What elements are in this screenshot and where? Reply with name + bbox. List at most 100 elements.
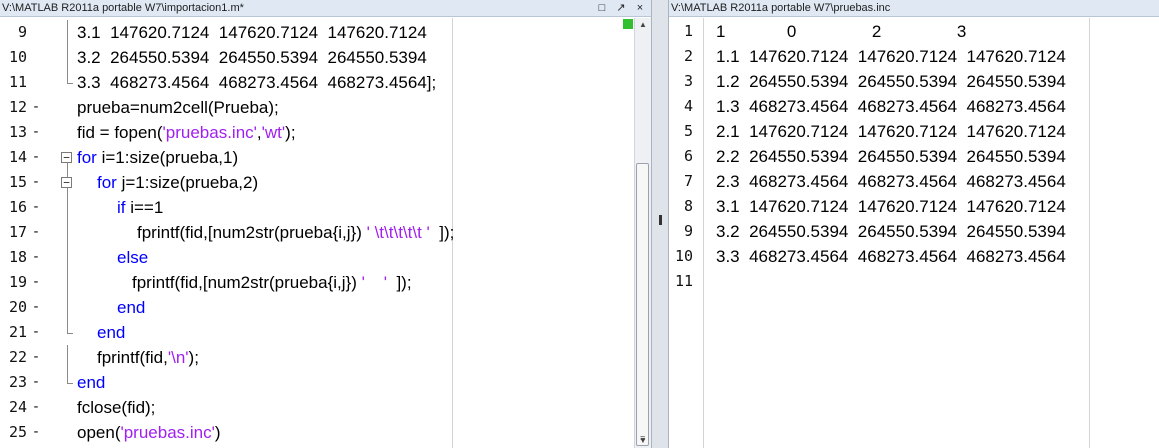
left-editor-titlebar[interactable]: V:\MATLAB R2011a portable W7\importacion… [0, 0, 651, 17]
line-number: 21 [8, 323, 27, 341]
green-status-icon [623, 19, 633, 29]
line-number: 24 [8, 398, 27, 416]
code-line[interactable]: 21- end [0, 320, 651, 345]
code-token: prueba=num2cell(Prueba); [77, 98, 279, 117]
code-line[interactable]: 10 3.2 264550.5394 264550.5394 264550.539… [0, 45, 651, 70]
code-token: fid = fopen( [77, 123, 163, 142]
breakpoint-marker[interactable]: - [29, 145, 43, 170]
file-line[interactable]: 2 1.1 147620.7124 147620.7124 147620.7124 [669, 44, 1159, 69]
code-token: 3.2 264550.5394 264550.5394 264550.5394 [77, 48, 427, 67]
code-line[interactable]: 19- fprintf(fid,[num2str(prueba{i,j}) ' '… [0, 270, 651, 295]
pane-splitter[interactable] [651, 0, 669, 448]
file-line[interactable]: 3 1.2 264550.5394 264550.5394 264550.5394 [669, 69, 1159, 94]
fold-collapse-icon[interactable]: − [61, 152, 72, 163]
code-token: fclose(fid); [77, 398, 156, 417]
code-text: else [117, 245, 148, 270]
file-line-text: 1.3 468273.4564 468273.4564 468273.4564 [716, 97, 1066, 116]
code-line[interactable]: 12- prueba=num2cell(Prueba); [0, 95, 651, 120]
code-text: prueba=num2cell(Prueba); [77, 95, 279, 120]
file-line-text: 2.1 147620.7124 147620.7124 147620.7124 [716, 122, 1066, 141]
breakpoint-marker[interactable]: - [29, 395, 43, 420]
code-line[interactable]: 17- fprintf(fid,[num2str(prueba{i,j}) ' \… [0, 220, 651, 245]
fold-end-guide [67, 333, 73, 334]
code-text: 3.3 468273.4564 468273.4564 468273.4564]… [77, 70, 436, 95]
breakpoint-marker[interactable]: - [29, 220, 43, 245]
code-text: fprintf(fid,'\n'); [97, 345, 199, 370]
code-token: fprintf(fid,[num2str(prueba{i,j}) [132, 273, 362, 292]
keyword-token: else [117, 248, 149, 267]
breakpoint-marker[interactable]: - [29, 170, 43, 195]
code-text: end [77, 370, 105, 395]
fold-guide [67, 270, 68, 295]
code-line[interactable]: 25- open('pruebas.inc') [0, 420, 651, 445]
line-number: 2 [683, 47, 693, 65]
code-line[interactable]: 9 3.1 147620.7124 147620.7124 147620.7124 [0, 20, 651, 45]
fold-guide [67, 70, 68, 83]
code-line[interactable]: 20- end [0, 295, 651, 320]
restore-icon[interactable]: □ [595, 2, 609, 15]
breakpoint-marker[interactable]: - [29, 195, 43, 220]
left-vertical-scrollbar[interactable]: ▲ ≡ ▼ [634, 18, 651, 448]
file-line[interactable]: 10 3.3 468273.4564 468273.4564 468273.456… [669, 244, 1159, 269]
file-line[interactable]: 4 1.3 468273.4564 468273.4564 468273.4564 [669, 94, 1159, 119]
breakpoint-marker[interactable]: - [29, 295, 43, 320]
code-token: ) [214, 423, 221, 442]
file-line[interactable]: 9 3.2 264550.5394 264550.5394 264550.5394 [669, 219, 1159, 244]
code-line[interactable]: 18- else [0, 245, 651, 270]
line-number: 10 [674, 247, 693, 265]
code-line[interactable]: 16- if i==1 [0, 195, 651, 220]
code-token: ); [285, 123, 296, 142]
code-line[interactable]: 24- fclose(fid); [0, 395, 651, 420]
file-line[interactable]: 7 2.3 468273.4564 468273.4564 468273.4564 [669, 169, 1159, 194]
file-line[interactable]: 11 [669, 269, 1159, 294]
breakpoint-marker[interactable]: - [29, 95, 43, 120]
left-code-editor[interactable]: 9 3.1 147620.7124 147620.7124 147620.7124… [0, 18, 651, 448]
line-number: 1 [683, 22, 693, 40]
undock-icon[interactable]: ↗ [614, 2, 628, 15]
code-text: fid = fopen('pruebas.inc','wt'); [77, 120, 296, 145]
code-line[interactable]: 11 3.3 468273.4564 468273.4564 468273.456… [0, 70, 651, 95]
line-number: 16 [8, 198, 27, 216]
code-token: i=1:size(prueba,1) [96, 148, 239, 167]
code-line[interactable]: 15- − for j=1:size(prueba,2) [0, 170, 651, 195]
code-token: i==1 [125, 198, 164, 217]
code-line[interactable]: 13- fid = fopen('pruebas.inc','wt'); [0, 120, 651, 145]
breakpoint-marker[interactable]: - [29, 420, 43, 445]
fold-guide [67, 370, 68, 383]
breakpoint-marker[interactable]: - [29, 270, 43, 295]
right-code-editor[interactable]: 1 1 0 2 3 2 1.1 147620.7124 147620.7124 147… [669, 18, 1159, 448]
code-line[interactable]: 22- fprintf(fid,'\n'); [0, 345, 651, 370]
code-line[interactable]: 23- end [0, 370, 651, 395]
code-line[interactable]: 14- − for i=1:size(prueba,1) [0, 145, 651, 170]
breakpoint-marker[interactable]: - [29, 370, 43, 395]
line-number: 13 [8, 123, 27, 141]
breakpoint-marker[interactable]: - [29, 320, 43, 345]
file-line[interactable]: 8 3.1 147620.7124 147620.7124 147620.7124 [669, 194, 1159, 219]
file-line[interactable]: 1 1 0 2 3 [669, 19, 1159, 44]
string-token: 'pruebas.inc' [120, 423, 215, 442]
fold-collapse-icon[interactable]: − [61, 177, 72, 188]
code-token: fprintf(fid,[num2str(prueba{i,j}) [137, 223, 367, 242]
line-number: 23 [8, 373, 27, 391]
scroll-down-arrow-icon[interactable]: ▼ [635, 434, 651, 448]
line-number: 9 [683, 222, 693, 240]
scroll-up-arrow-icon[interactable]: ▲ [635, 18, 651, 32]
line-number: 6 [683, 147, 693, 165]
file-line[interactable]: 6 2.2 264550.5394 264550.5394 264550.5394 [669, 144, 1159, 169]
breakpoint-marker[interactable]: - [29, 120, 43, 145]
code-text: for j=1:size(prueba,2) [97, 170, 258, 195]
breakpoint-marker[interactable]: - [29, 345, 43, 370]
line-number: 9 [17, 23, 27, 41]
file-line[interactable]: 5 2.1 147620.7124 147620.7124 147620.7124 [669, 119, 1159, 144]
code-text: fclose(fid); [77, 395, 155, 420]
code-token: 3.1 147620.7124 147620.7124 147620.7124 [77, 23, 427, 42]
breakpoint-marker[interactable]: - [29, 245, 43, 270]
fold-guide [67, 295, 68, 320]
close-icon[interactable]: × [633, 2, 647, 15]
code-text: open('pruebas.inc') [77, 420, 221, 445]
scrollbar-thumb[interactable]: ≡ [636, 163, 649, 446]
right-editor-titlebar[interactable]: V:\MATLAB R2011a portable W7\pruebas.inc [669, 0, 1159, 17]
fold-guide [67, 345, 68, 370]
line-number: 4 [683, 97, 693, 115]
file-line-text: 3.1 147620.7124 147620.7124 147620.7124 [716, 197, 1066, 216]
